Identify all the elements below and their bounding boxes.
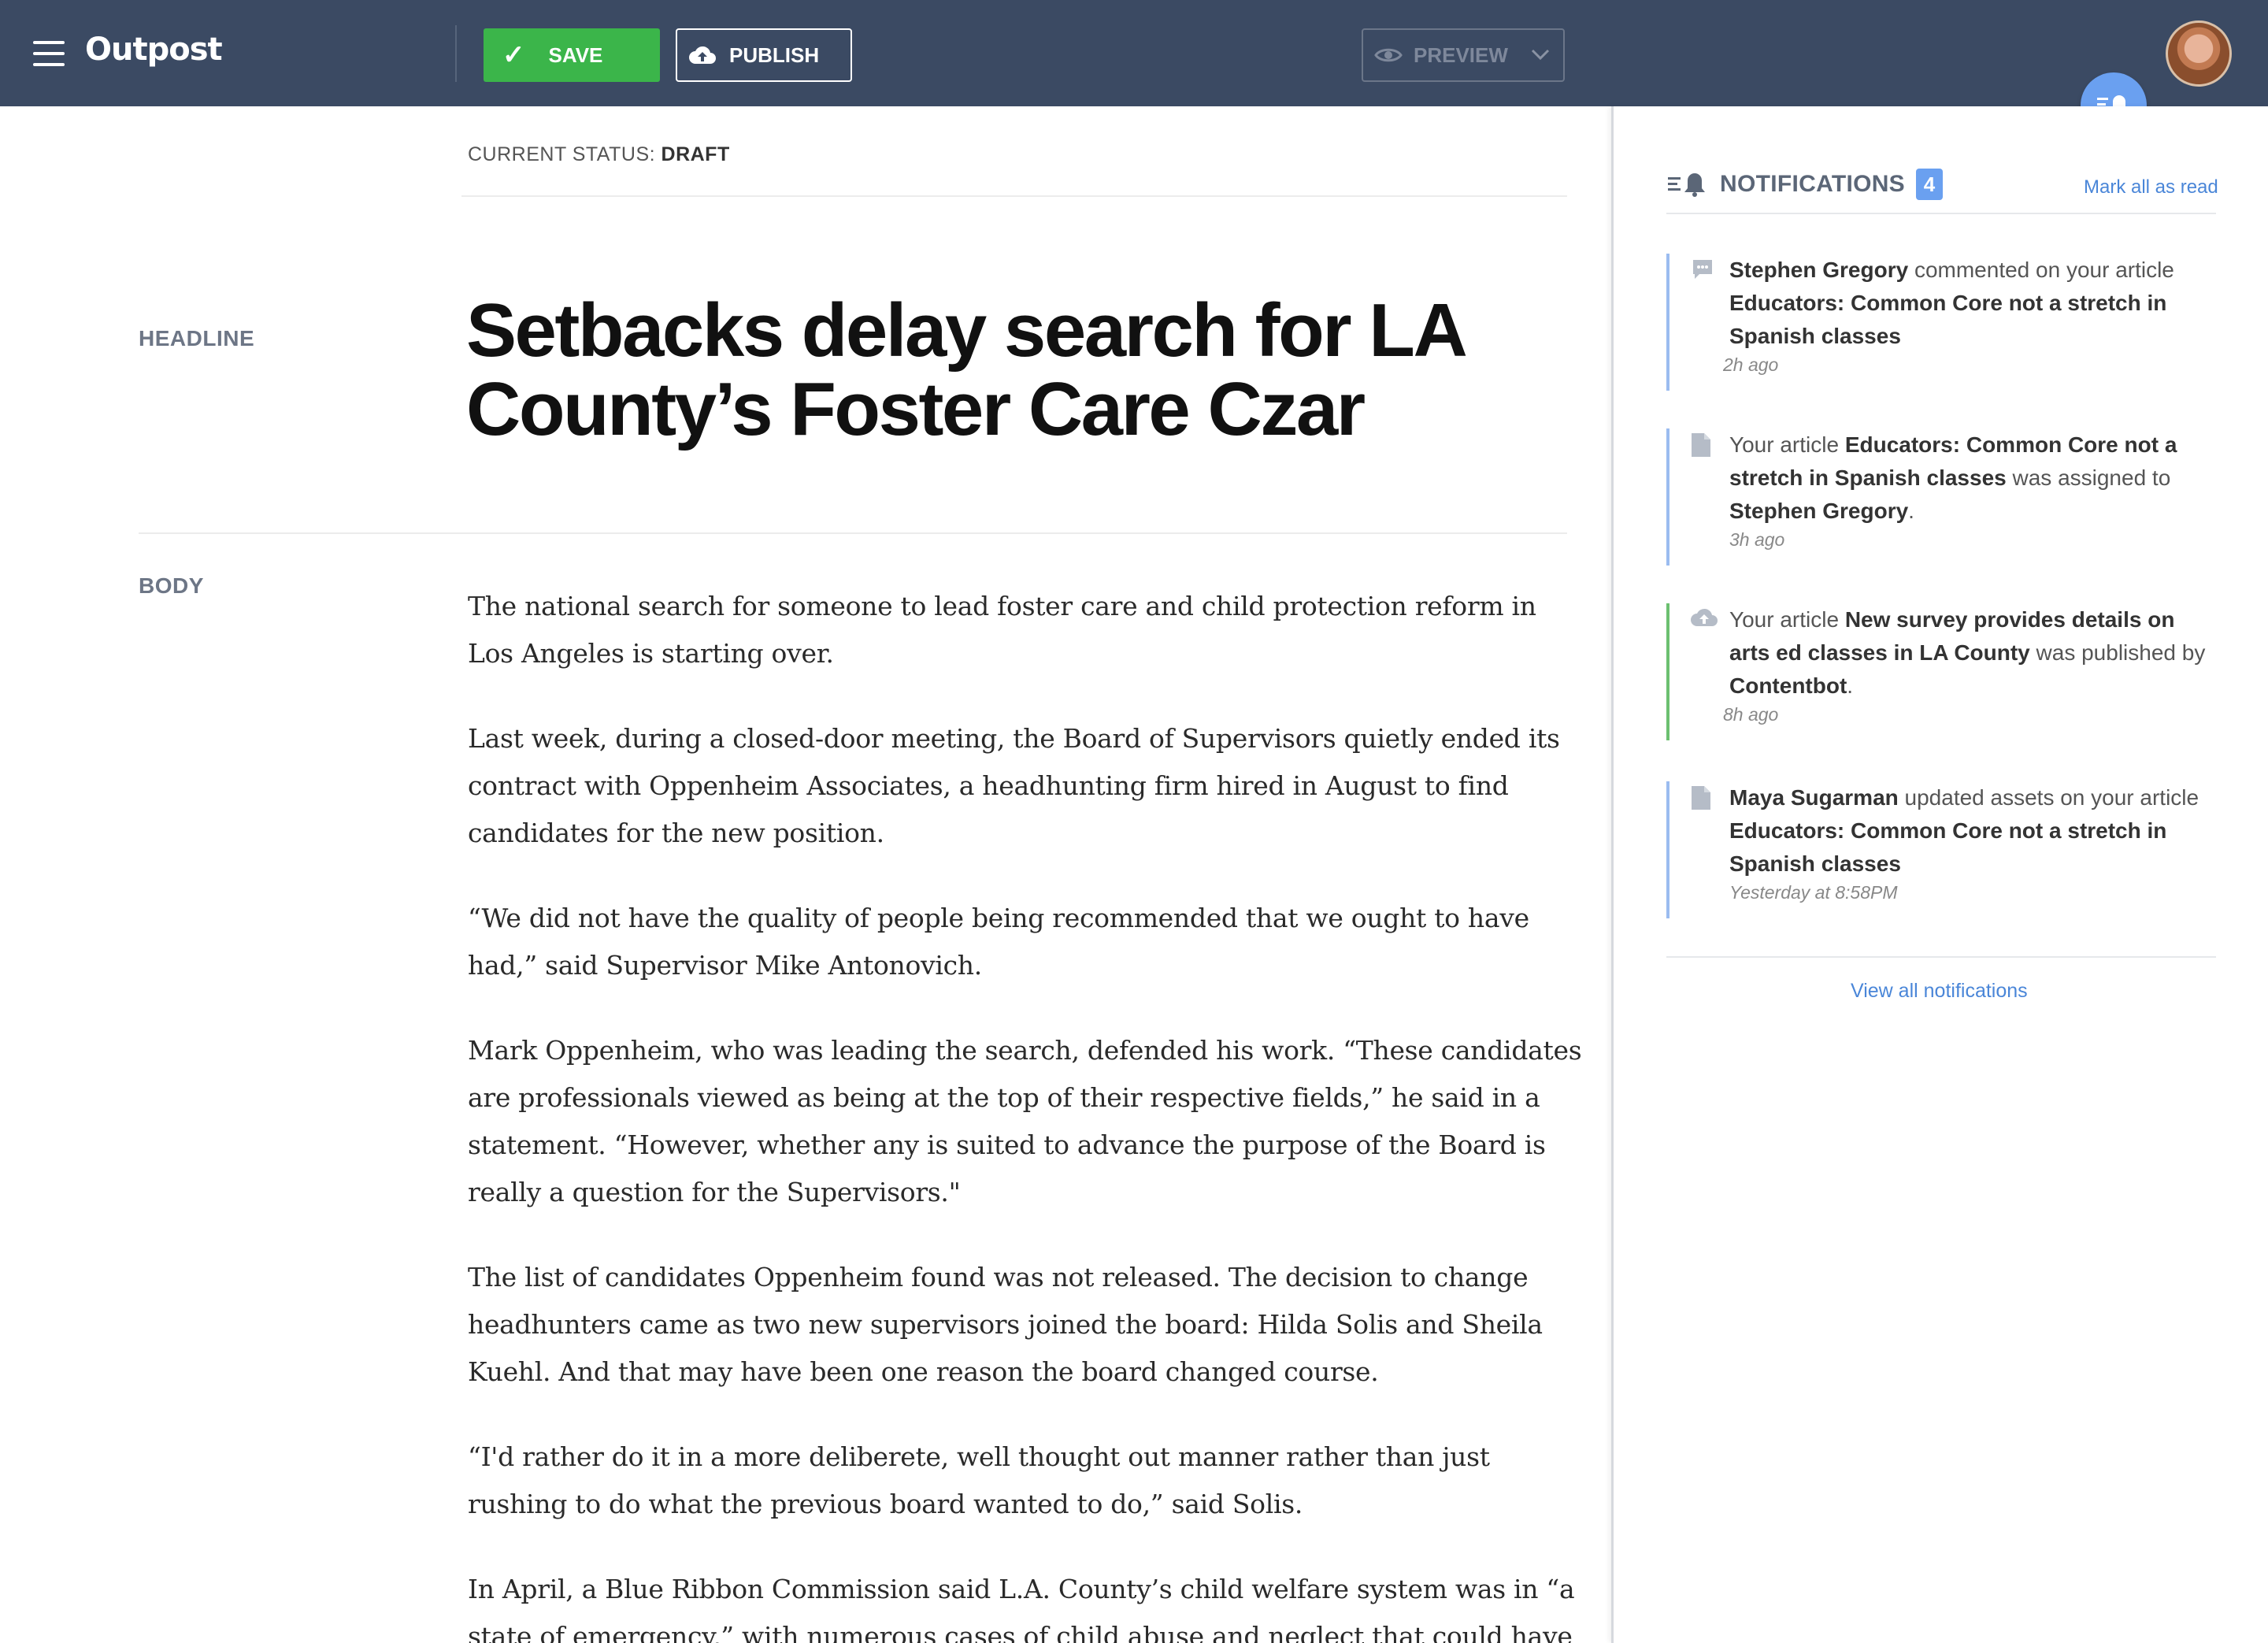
cloud-upload-icon: [1691, 608, 1718, 626]
notification-time: Yesterday at 8:58PM: [1729, 882, 1898, 903]
notifications-divider: [1666, 213, 2216, 214]
notification-article-link[interactable]: Educators: Common Core not a stretch in …: [1729, 818, 2166, 876]
notification-time: 2h ago: [1723, 354, 1779, 375]
notification-article-link[interactable]: Educators: Common Core not a stretch in …: [1729, 291, 2166, 348]
notification-text: Your article Educators: Common Core not …: [1729, 428, 2218, 528]
notifications-header: NOTIFICATIONS 4: [1666, 169, 1943, 200]
headline-divider: [139, 532, 1567, 534]
notification-time: 8h ago: [1723, 704, 1779, 725]
notification-text: Stephen Gregory commented on your articl…: [1729, 254, 2218, 353]
view-all-notifications-link[interactable]: View all notifications: [1851, 980, 2028, 1003]
body-paragraph[interactable]: In April, a Blue Ribbon Commission said …: [468, 1566, 1586, 1643]
preview-dropdown[interactable]: PREVIEW: [1362, 28, 1565, 82]
notification-actor[interactable]: Maya Sugarman: [1729, 785, 1899, 810]
toolbar-divider: [455, 25, 457, 82]
user-avatar[interactable]: [2166, 20, 2232, 87]
checkmark-icon: ✓: [502, 40, 525, 70]
notifications-footer-divider: [1666, 956, 2216, 958]
publish-button[interactable]: PUBLISH: [676, 28, 852, 82]
notification-text: Maya Sugarman updated assets on your art…: [1729, 781, 2218, 881]
status-value: DRAFT: [661, 143, 730, 165]
notification-text-part: commented on your article: [1908, 258, 2174, 282]
eye-icon: [1374, 48, 1403, 62]
headline-field[interactable]: Setbacks delay search for LA County’s Fo…: [466, 291, 1490, 449]
notification-text: Your article New survey provides details…: [1729, 603, 2218, 703]
notification-text-part: was published by: [2029, 640, 2206, 665]
body-paragraph[interactable]: Last week, during a closed-door meeting,…: [468, 715, 1586, 857]
cloud-upload-icon: [689, 46, 716, 64]
hamburger-menu-icon[interactable]: [33, 41, 65, 66]
notification-item[interactable]: Stephen Gregory commented on your articl…: [1666, 254, 2218, 391]
notification-text-part: .: [1847, 673, 1854, 698]
preview-label: PREVIEW: [1414, 43, 1508, 67]
body-paragraph[interactable]: The list of candidates Oppenheim found w…: [468, 1254, 1586, 1396]
body-paragraph[interactable]: Mark Oppenheim, who was leading the sear…: [468, 1027, 1586, 1216]
notification-time: 3h ago: [1729, 529, 1785, 550]
notifications-title: NOTIFICATIONS: [1720, 171, 1905, 197]
current-status: CURRENT STATUS: DRAFT: [468, 143, 730, 166]
top-bar: Outpost ✓ SAVE PUBLISH PREVIEW: [0, 0, 2268, 106]
notification-text-part: Your article: [1729, 432, 1845, 457]
app-logo[interactable]: Outpost: [85, 32, 223, 68]
body-paragraph[interactable]: The national search for someone to lead …: [468, 583, 1586, 677]
body-paragraph[interactable]: “We did not have the quality of people b…: [468, 895, 1586, 989]
notification-item[interactable]: Maya Sugarman updated assets on your art…: [1666, 781, 2218, 918]
chevron-down-icon: [1531, 49, 1550, 61]
body-editor[interactable]: The national search for someone to lead …: [468, 583, 1586, 1643]
notification-text-part: Your article: [1729, 607, 1845, 632]
notification-item[interactable]: Your article Educators: Common Core not …: [1666, 428, 2218, 566]
save-label: SAVE: [548, 43, 603, 67]
document-icon: [1692, 433, 1710, 457]
headline-label: HEADLINE: [139, 326, 255, 350]
notification-target[interactable]: Stephen Gregory: [1729, 499, 1908, 523]
notification-actor[interactable]: Stephen Gregory: [1729, 258, 1908, 282]
notification-bell-icon: [1668, 173, 1705, 197]
publish-label: PUBLISH: [729, 43, 820, 67]
notifications-count-badge: 4: [1916, 169, 1943, 200]
status-prefix: CURRENT STATUS:: [468, 143, 662, 165]
document-icon: [1692, 786, 1710, 810]
body-paragraph[interactable]: “I'd rather do it in a more deliberete, …: [468, 1433, 1586, 1528]
notification-target[interactable]: Contentbot: [1729, 673, 1847, 698]
save-button[interactable]: ✓ SAVE: [484, 28, 660, 82]
body-label: BODY: [139, 573, 204, 598]
notification-item[interactable]: Your article New survey provides details…: [1666, 603, 2218, 740]
mark-all-read-link[interactable]: Mark all as read: [2084, 176, 2218, 198]
status-divider: [461, 195, 1567, 197]
comment-icon: [1693, 260, 1712, 279]
notification-text-part: was assigned to: [2006, 465, 2171, 490]
notification-text-part: updated assets on your article: [1898, 785, 2199, 810]
notification-text-part: .: [1908, 499, 1914, 523]
